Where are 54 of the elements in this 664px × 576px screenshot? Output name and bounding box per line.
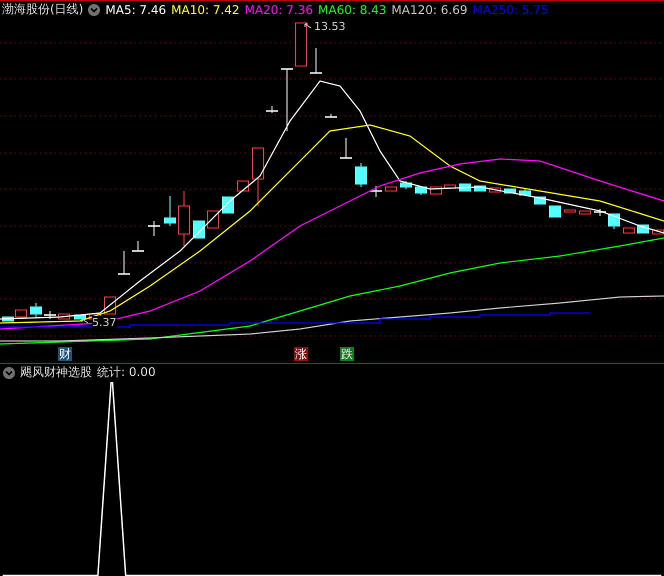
chevron-down-icon[interactable] [88,4,100,16]
moving-average-legend: MA5: 7.46 [105,2,166,17]
moving-average-legend: MA60: 8.43 [318,2,386,17]
candle [74,314,86,320]
candle [355,162,367,188]
candle [148,220,160,236]
candle [415,186,427,196]
moving-average-legend: MA20: 7.36 [244,2,313,17]
high-price-label: 13.53 [314,20,346,33]
candle [281,68,293,132]
candle [44,310,56,320]
candle [385,186,397,192]
candle [164,195,176,226]
candle [474,185,486,192]
candle [30,302,42,318]
chevron-down-icon[interactable] [3,366,15,379]
candle [310,47,322,74]
signal-marker: 涨 [294,346,308,361]
candle [295,22,307,66]
candle [222,196,234,214]
signal-marker: 财 [58,346,72,361]
signal-marker: 跌 [340,346,354,361]
candle [623,227,635,234]
candle [608,213,620,230]
candle [58,313,70,320]
candle [325,113,337,118]
candle [519,188,531,196]
candle [237,180,249,192]
candle [178,190,190,246]
candle [340,137,352,159]
indicator-stat: 统计: 0.00 [97,364,156,382]
candle [594,208,606,216]
stock-title: 渤海股份(日线) [2,1,84,18]
candle [504,188,516,194]
candle [444,184,456,188]
candle [564,209,576,212]
moving-average-legend: MA250: 5.75 [472,2,549,17]
candle [132,240,144,252]
indicator-title: 飓风财神选股 [20,364,92,382]
moving-average-legend: MA10: 7.42 [171,2,240,17]
pointer-arrow-icon [304,22,312,29]
low-price-label: 5.37 [92,316,116,329]
candle [266,105,278,114]
candle [207,210,219,228]
candle [193,220,205,238]
candle [370,185,382,198]
candle [549,205,561,218]
candle [118,250,130,275]
moving-average-legend: MA120: 6.69 [391,2,468,17]
candle [252,147,264,206]
pointer-arrow-icon [81,318,89,324]
candle [400,180,412,190]
candle [579,210,591,214]
candle [489,187,501,192]
